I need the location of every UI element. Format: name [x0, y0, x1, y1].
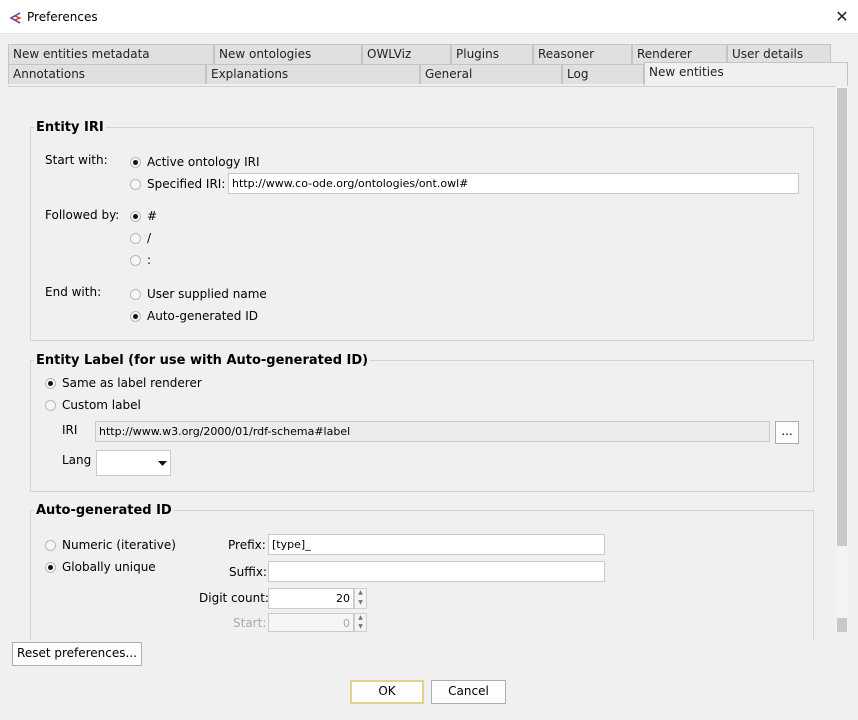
scrollbar-thumb[interactable] — [837, 88, 847, 546]
window-title: Preferences — [27, 10, 98, 24]
label-iri-field[interactable]: http://www.w3.org/2000/01/rdf-schema#lab… — [95, 421, 770, 442]
tab-explanations[interactable]: Explanations — [206, 64, 420, 84]
active-ontology-iri-radio[interactable] — [130, 157, 141, 168]
slash-separator-radio[interactable] — [130, 233, 141, 244]
browse-button[interactable]: ... — [775, 421, 799, 444]
specified-iri-label: Specified IRI: — [147, 177, 226, 191]
entity-label-title: Entity Label (for use with Auto-generate… — [34, 353, 371, 368]
user-supplied-name-radio[interactable] — [130, 289, 141, 300]
scrollbar-track-end — [837, 618, 847, 632]
tab-new-entities[interactable]: New entities — [644, 62, 848, 86]
ok-button[interactable]: OK — [350, 680, 424, 704]
tab-new-ontologies[interactable]: New ontologies — [214, 44, 362, 64]
stepper-up-icon[interactable]: ▲ — [355, 589, 366, 599]
close-icon[interactable]: ✕ — [830, 6, 854, 28]
stepper-down-icon: ▼ — [358, 622, 363, 630]
same-as-renderer-label: Same as label renderer — [62, 376, 202, 390]
lang-label: Lang — [62, 453, 92, 467]
end-with-label: End with: — [45, 285, 102, 299]
auto-generated-id-radio[interactable] — [130, 311, 141, 322]
same-as-renderer-radio[interactable] — [45, 378, 56, 389]
auto-generated-id-label: Auto-generated ID — [147, 309, 258, 323]
tab-new-entities-metadata[interactable]: New entities metadata — [8, 44, 214, 64]
digit-count-field[interactable]: 20 — [268, 588, 354, 609]
tab-owlviz[interactable]: OWLViz — [362, 44, 451, 64]
numeric-iterative-radio[interactable] — [45, 540, 56, 551]
suffix-field[interactable] — [268, 561, 605, 582]
digit-count-stepper[interactable]: ▲ ▼ — [354, 588, 367, 609]
protege-logo-icon — [9, 12, 22, 24]
slash-separator-label: / — [147, 231, 152, 245]
user-supplied-name-label: User supplied name — [147, 287, 267, 301]
active-ontology-iri-label: Active ontology IRI — [147, 155, 260, 169]
custom-label-label: Custom label — [62, 398, 141, 412]
tab-user-details[interactable]: User details — [727, 44, 831, 64]
chevron-down-icon — [158, 461, 167, 466]
iri-label: IRI — [62, 423, 78, 437]
entity-iri-title: Entity IRI — [34, 120, 106, 135]
start-with-label: Start with: — [45, 153, 108, 167]
colon-separator-label: : — [147, 253, 152, 267]
hash-separator-radio[interactable] — [130, 211, 141, 222]
tab-plugins[interactable]: Plugins — [451, 44, 533, 64]
stepper-down-icon[interactable]: ▼ — [355, 599, 366, 609]
start-field: 0 — [268, 613, 354, 632]
lang-select[interactable] — [96, 450, 171, 476]
stepper-up-icon: ▲ — [358, 614, 363, 621]
tab-general[interactable]: General — [420, 64, 562, 84]
suffix-label: Suffix: — [229, 565, 267, 579]
specified-iri-radio[interactable] — [130, 179, 141, 190]
hash-separator-label: # — [147, 209, 158, 223]
prefix-field[interactable]: [type]_ — [268, 534, 605, 555]
digit-count-label: Digit count: — [199, 591, 269, 605]
globally-unique-label: Globally unique — [62, 560, 156, 574]
prefix-label: Prefix: — [228, 538, 266, 552]
colon-separator-radio[interactable] — [130, 255, 141, 266]
start-stepper: ▲ ▼ — [354, 613, 367, 632]
followed-by-label: Followed by: — [45, 208, 120, 222]
numeric-iterative-label: Numeric (iterative) — [62, 538, 176, 552]
auto-id-title: Auto-generated ID — [34, 503, 174, 518]
custom-label-radio[interactable] — [45, 400, 56, 411]
cancel-button[interactable]: Cancel — [431, 680, 506, 704]
globally-unique-radio[interactable] — [45, 562, 56, 573]
tab-log[interactable]: Log — [562, 64, 644, 84]
reset-preferences-button[interactable]: Reset preferences... — [12, 642, 142, 666]
title-bar: Preferences ✕ — [0, 0, 858, 34]
start-label: Start: — [233, 616, 267, 630]
tab-renderer[interactable]: Renderer — [632, 44, 727, 64]
specified-iri-field[interactable]: http://www.co-ode.org/ontologies/ont.owl… — [228, 173, 799, 194]
tab-annotations[interactable]: Annotations — [8, 64, 206, 84]
tab-reasoner[interactable]: Reasoner — [533, 44, 632, 64]
